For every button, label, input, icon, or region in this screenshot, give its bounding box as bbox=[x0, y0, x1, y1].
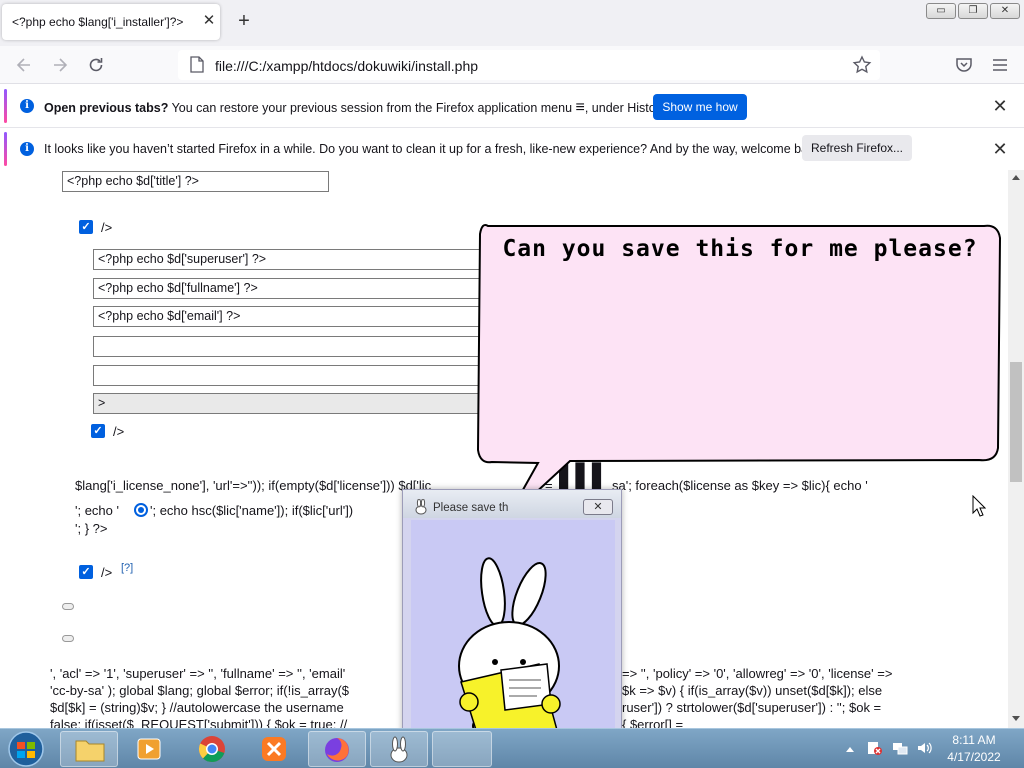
bunny-icon bbox=[390, 736, 408, 763]
code-line: { $error[] = bbox=[622, 717, 684, 728]
taskbar-explorer[interactable] bbox=[60, 731, 118, 767]
app-menu-icon[interactable] bbox=[990, 55, 1010, 75]
scroll-up-icon[interactable] bbox=[1010, 172, 1022, 182]
bunny-holding-folder-image bbox=[458, 557, 561, 744]
popup-title: Please save th bbox=[433, 502, 509, 514]
help-link[interactable]: [?] bbox=[121, 562, 133, 574]
superuser-field[interactable]: <?php echo $d['superuser'] ?> bbox=[93, 249, 493, 270]
popup-close-button[interactable]: ✕ bbox=[583, 499, 613, 515]
tab-title: <?php echo $lang['i_installer']?> bbox=[12, 15, 184, 29]
info-icon: i bbox=[20, 99, 34, 113]
taskbar-chrome[interactable] bbox=[182, 731, 240, 767]
title-field[interactable]: <?php echo $d['title'] ?> bbox=[62, 171, 329, 192]
code-line: $d[$k] = (string)$v; } //autolowercase t… bbox=[50, 700, 344, 715]
license-code-end: '; } ?> bbox=[75, 521, 108, 536]
scroll-down-icon[interactable] bbox=[1010, 714, 1022, 724]
tray-expand-icon[interactable] bbox=[845, 745, 855, 753]
nav-bar: file:///C:/xampp/htdocs/dokuwiki/install… bbox=[0, 46, 1024, 84]
forward-icon[interactable] bbox=[50, 55, 70, 75]
close-notification-icon[interactable]: ✕ bbox=[990, 96, 1010, 116]
pop-label: /> bbox=[101, 565, 113, 580]
session-restore-message: Open previous tabs? You can restore your… bbox=[44, 99, 669, 116]
taskbar-firefox[interactable] bbox=[308, 731, 366, 767]
volume-icon[interactable] bbox=[916, 740, 932, 756]
code-line: ruser']) ? strtolower($d['superuser']) :… bbox=[622, 700, 882, 715]
popup-content bbox=[411, 520, 615, 752]
windows-start-icon[interactable] bbox=[6, 730, 46, 768]
bubble-text: Can you save this for me please? bbox=[502, 236, 978, 262]
close-icon: ✕ bbox=[1000, 5, 1010, 16]
action-center-icon[interactable] bbox=[866, 740, 882, 756]
license-echo-name: '; echo hsc($lic['name']); if($lic['url'… bbox=[150, 503, 354, 518]
back-icon[interactable] bbox=[14, 55, 34, 75]
taskbar-bunny-app[interactable] bbox=[370, 731, 428, 767]
license-code-line: $lang['i_license_none'], 'url'=>'')); if… bbox=[75, 478, 432, 493]
new-tab-button[interactable]: + bbox=[234, 11, 254, 31]
info-icon: i bbox=[20, 142, 34, 156]
email-field[interactable]: <?php echo $d['email'] ?> bbox=[93, 306, 493, 327]
code-line: $k => $v) { if(is_array($v)) unset($d[$k… bbox=[622, 683, 883, 698]
page-icon bbox=[190, 56, 204, 73]
reload-icon[interactable] bbox=[86, 55, 106, 75]
taskbar-media-player[interactable] bbox=[120, 731, 178, 767]
allowreg-label: /> bbox=[113, 424, 125, 439]
tab-close-icon[interactable]: ✕ bbox=[200, 12, 218, 30]
allowreg-checkbox[interactable]: ✓ bbox=[91, 424, 105, 438]
hamburger-menu-icon: ≡ bbox=[575, 99, 585, 116]
restore-button[interactable]: ❐ bbox=[958, 3, 988, 19]
close-notification-icon[interactable]: ✕ bbox=[990, 139, 1010, 159]
tab-strip: <?php echo $lang['i_installer']?> ✕ + ▭ … bbox=[0, 0, 1024, 46]
pocket-icon[interactable] bbox=[954, 55, 974, 75]
license-echo: '; echo ' bbox=[75, 503, 119, 518]
acl-label: /> bbox=[101, 220, 113, 235]
password-field[interactable] bbox=[93, 336, 493, 357]
scrollbar-thumb[interactable] bbox=[1010, 362, 1022, 482]
chrome-icon bbox=[198, 736, 225, 762]
close-window-button[interactable]: ✕ bbox=[990, 3, 1020, 19]
mouse-cursor-icon bbox=[972, 495, 986, 517]
show-me-how-button[interactable]: Show me how bbox=[653, 94, 747, 120]
code-line: 'cc-by-sa' ); global $lang; global $erro… bbox=[50, 683, 350, 698]
url-bar[interactable]: file:///C:/xampp/htdocs/dokuwiki/install… bbox=[178, 50, 880, 80]
minimize-icon: ▭ bbox=[936, 5, 946, 16]
bunny-app-icon bbox=[415, 499, 427, 515]
folder-icon bbox=[75, 740, 105, 762]
password-confirm-field[interactable] bbox=[93, 365, 493, 386]
close-icon: ✕ bbox=[593, 501, 603, 513]
save-popup-window[interactable]: Please save th ✕ bbox=[402, 489, 622, 759]
code-line: false; if(isset($_REQUEST['submit'])) { … bbox=[50, 717, 348, 728]
speech-bubble bbox=[476, 224, 1002, 521]
option-radio[interactable] bbox=[62, 603, 74, 610]
pop-checkbox[interactable]: ✓ bbox=[79, 565, 93, 579]
network-icon[interactable] bbox=[892, 740, 908, 756]
bookmark-star-icon[interactable] bbox=[852, 55, 872, 75]
fullname-field[interactable]: <?php echo $d['fullname'] ?> bbox=[93, 278, 493, 299]
taskbar-bunny-window[interactable] bbox=[432, 731, 492, 767]
xampp-icon bbox=[262, 737, 286, 761]
policy-select[interactable]: > bbox=[93, 393, 493, 414]
tab-installer[interactable]: <?php echo $lang['i_installer']?> ✕ bbox=[2, 4, 220, 40]
firefox-icon bbox=[325, 738, 349, 762]
taskbar-xampp[interactable] bbox=[246, 731, 304, 767]
refresh-firefox-message: It looks like you haven’t started Firefo… bbox=[44, 142, 825, 156]
session-restore-notification: i Open previous tabs? You can restore yo… bbox=[0, 85, 1024, 128]
refresh-firefox-button[interactable]: Refresh Firefox... bbox=[802, 135, 912, 161]
popup-titlebar[interactable]: Please save th ✕ bbox=[403, 490, 621, 518]
license-radio[interactable] bbox=[134, 503, 148, 517]
url-text: file:///C:/xampp/htdocs/dokuwiki/install… bbox=[215, 58, 479, 74]
code-line: => '', 'policy' => '0', 'allowreg' => '0… bbox=[622, 666, 893, 681]
code-line: ', 'acl' => '1', 'superuser' => '', 'ful… bbox=[50, 666, 346, 681]
restore-icon: ❐ bbox=[968, 5, 978, 16]
minimize-button[interactable]: ▭ bbox=[926, 3, 956, 19]
media-player-icon bbox=[137, 738, 161, 760]
acl-checkbox[interactable]: ✓ bbox=[79, 220, 93, 234]
clock-time[interactable]: 8:11 AM bbox=[944, 733, 1004, 747]
clock-date[interactable]: 4/17/2022 bbox=[940, 750, 1008, 764]
option-radio[interactable] bbox=[62, 635, 74, 642]
taskbar bbox=[0, 728, 1024, 768]
